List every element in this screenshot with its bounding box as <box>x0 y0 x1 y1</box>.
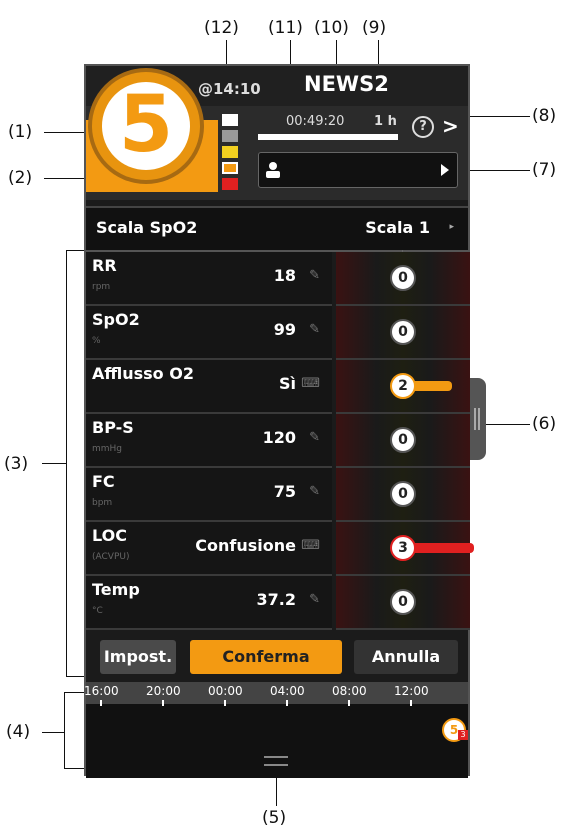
callout-12: (12) <box>204 18 239 38</box>
score-bubble: 0 <box>390 427 416 453</box>
timeline-tick-mark <box>162 700 164 706</box>
caret-right-icon <box>441 164 449 176</box>
grip-icon <box>474 408 480 430</box>
score-bubble: 0 <box>390 481 416 507</box>
callout-3: (3) <box>4 454 29 474</box>
side-panel-tab[interactable] <box>470 378 486 460</box>
callout-11: (11) <box>268 18 303 38</box>
level-grey <box>222 130 238 142</box>
help-icon[interactable]: ? <box>412 116 434 138</box>
timeline-tick-mark <box>224 700 226 706</box>
pencil-icon[interactable]: ✎ <box>309 592 320 607</box>
param-name: LOC <box>92 526 127 545</box>
param-value: 18 <box>273 266 296 285</box>
keyboard-icon[interactable]: ⌨ <box>301 538 320 553</box>
setup-button[interactable]: Impost. <box>100 640 176 674</box>
param-name: Afflusso O2 <box>92 364 194 383</box>
scale-label: Scala SpO2 <box>96 218 198 237</box>
param-unit: °C <box>92 606 103 616</box>
param-value: Sì <box>278 374 296 393</box>
spo2-scale-row[interactable]: Scala SpO2 Scala 1 ▸ <box>86 206 468 252</box>
timeline-tick-label: 00:00 <box>208 684 243 698</box>
param-value: 120 <box>262 428 296 447</box>
callout-7: (7) <box>532 160 557 180</box>
param-row[interactable]: BP-S mmHg 120 ✎ <box>86 414 332 468</box>
level-red <box>222 178 238 190</box>
level-yellow <box>222 146 238 158</box>
param-row[interactable]: Afflusso O2 Sì ⌨ <box>86 360 332 414</box>
param-unit: % <box>92 336 101 346</box>
param-value: Confusione <box>195 536 296 555</box>
level-white-1 <box>222 114 238 126</box>
param-value: 75 <box>273 482 296 501</box>
scale-value: Scala 1 <box>365 218 430 237</box>
total-score: 5 <box>118 80 174 170</box>
callout-5: (5) <box>262 808 287 828</box>
score-bubble: 3 <box>390 535 416 561</box>
chevron-right-icon[interactable]: > <box>442 114 459 138</box>
param-value: 37.2 <box>256 590 296 609</box>
score-bubble: 0 <box>390 265 416 291</box>
callout-10: (10) <box>314 18 349 38</box>
timeline-tick-label: 04:00 <box>270 684 305 698</box>
page-title: NEWS2 <box>304 72 389 96</box>
callout-2: (2) <box>8 168 33 188</box>
timeline-tick-mark <box>410 700 412 706</box>
param-name: Temp <box>92 580 140 599</box>
elapsed-timer: 00:49:20 <box>286 114 345 129</box>
param-row[interactable]: Temp °C 37.2 ✎ <box>86 576 332 630</box>
news2-panel: @14:10 NEWS2 5 00:49:20 1 h ? > Scala Sp… <box>84 64 474 778</box>
score-bubble: 0 <box>390 319 416 345</box>
param-row[interactable]: SpO2% 99 ✎ <box>86 306 332 360</box>
timeline-tick-mark <box>348 700 350 706</box>
person-icon <box>266 162 280 178</box>
timeline-tick-label: 16:00 <box>84 684 119 698</box>
param-unit: mmHg <box>92 444 123 454</box>
param-name: SpO2 <box>92 310 140 329</box>
param-name: RR <box>92 256 117 275</box>
timeline-score-badge: 3 <box>458 730 468 740</box>
param-row[interactable]: LOC (ACVPU) Confusione ⌨ <box>86 522 332 576</box>
pencil-icon[interactable]: ✎ <box>309 430 320 445</box>
scale-arrow-icon: ▸ <box>449 222 454 232</box>
param-row[interactable]: FC bpm 75 ✎ <box>86 468 332 522</box>
param-unit: rpm <box>92 282 111 292</box>
param-row[interactable]: RR rpm 18 ✎ <box>86 252 332 306</box>
param-unit: (ACVPU) <box>92 552 130 562</box>
pencil-icon[interactable]: ✎ <box>309 484 320 499</box>
timeline-tick-label: 20:00 <box>146 684 181 698</box>
measurement-progress <box>258 134 398 140</box>
confirm-button[interactable]: Conferma <box>190 640 342 674</box>
timeline-tick-mark <box>100 700 102 706</box>
drag-handle-icon[interactable] <box>264 756 288 766</box>
callout-1: (1) <box>8 122 33 142</box>
callout-6: (6) <box>532 414 557 434</box>
callout-9: (9) <box>362 18 387 38</box>
callout-4: (4) <box>6 722 31 742</box>
score-bubble: 0 <box>390 589 416 615</box>
param-name: FC <box>92 472 115 491</box>
param-name: BP-S <box>92 418 134 437</box>
timeline-tick-label: 12:00 <box>394 684 429 698</box>
callout-8: (8) <box>532 106 557 126</box>
interval-label: 1 h <box>374 114 397 129</box>
level-orange-selected <box>222 162 238 174</box>
param-value: 99 <box>273 320 296 339</box>
keyboard-icon[interactable]: ⌨ <box>301 376 320 391</box>
pencil-icon[interactable]: ✎ <box>309 268 320 283</box>
score-bubble: 2 <box>390 373 416 399</box>
timeline-tick-mark <box>286 700 288 706</box>
pencil-icon[interactable]: ✎ <box>309 322 320 337</box>
timeline-tick-label: 08:00 <box>332 684 367 698</box>
total-score-circle: 5 <box>92 72 200 180</box>
cancel-button[interactable]: Annulla <box>354 640 458 674</box>
param-unit: bpm <box>92 498 113 508</box>
clinician-field[interactable] <box>258 152 458 188</box>
timestamp: @14:10 <box>198 80 261 98</box>
